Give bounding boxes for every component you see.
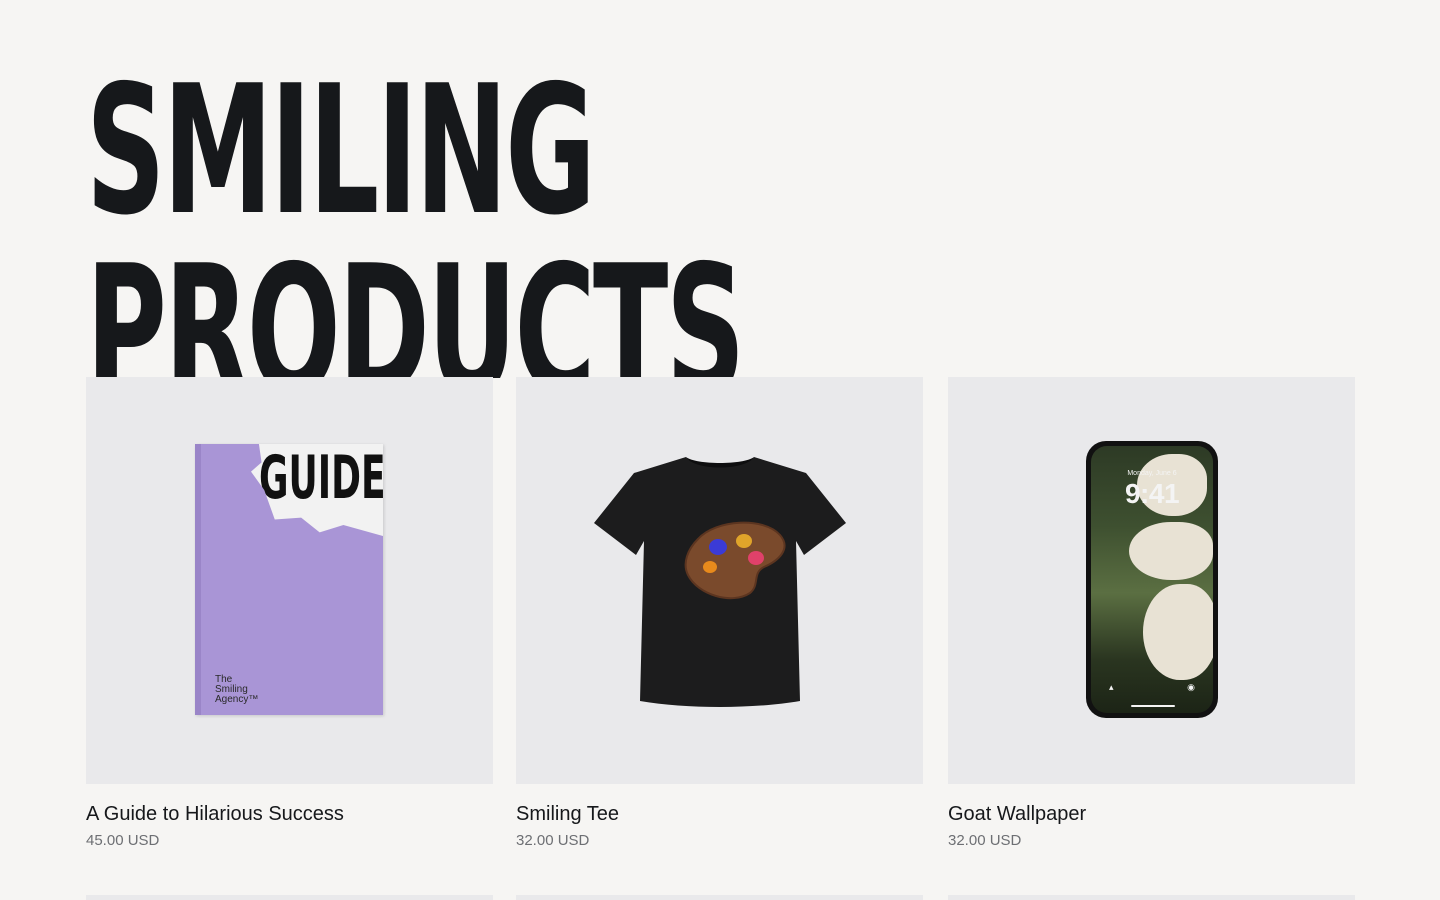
goat-image-3 xyxy=(1143,584,1213,680)
product-image-goat-wallpaper[interactable]: Monday, June 6 9:41 ▴ ◉ xyxy=(948,377,1355,784)
product-card-next-row[interactable] xyxy=(516,895,923,900)
book-cover-title-area: GUIDE TO xyxy=(251,444,383,536)
book-cover-title: GUIDE TO xyxy=(259,444,383,513)
product-title[interactable]: Goat Wallpaper xyxy=(948,801,1355,827)
book-publisher-label: The Smiling Agency™ xyxy=(215,675,258,705)
product-title[interactable]: Smiling Tee xyxy=(516,801,923,827)
phone-screen: Monday, June 6 9:41 ▴ ◉ xyxy=(1091,446,1213,713)
home-indicator xyxy=(1131,705,1175,707)
goat-image-2 xyxy=(1129,522,1213,580)
product-image-tee[interactable] xyxy=(516,377,923,784)
product-card-guide[interactable]: GUIDE TO The Smiling Agency™ A Guide to … xyxy=(86,377,493,851)
product-card-tee[interactable]: Smiling Tee 32.00 USD xyxy=(516,377,923,851)
publisher-line-3: Agency™ xyxy=(215,694,259,705)
page-title-line-2: PRODUCTS xyxy=(86,227,745,379)
product-title[interactable]: A Guide to Hilarious Success xyxy=(86,801,493,827)
page-title: SMILING PRODUCTS xyxy=(86,62,846,378)
page-title-line-1: SMILING xyxy=(86,62,596,254)
product-card-goat-wallpaper[interactable]: Monday, June 6 9:41 ▴ ◉ Goat Wallpaper 3… xyxy=(948,377,1355,851)
flashlight-icon: ▴ xyxy=(1109,682,1114,692)
product-price: 45.00 USD xyxy=(86,832,160,849)
product-grid: GUIDE TO The Smiling Agency™ A Guide to … xyxy=(86,377,1356,851)
phone-mockup: Monday, June 6 9:41 ▴ ◉ xyxy=(1086,441,1218,718)
lock-screen-date: Monday, June 6 xyxy=(1127,470,1177,477)
product-price: 32.00 USD xyxy=(948,832,1022,849)
product-card-next-row[interactable] xyxy=(86,895,493,900)
book-spine xyxy=(195,444,201,715)
camera-icon: ◉ xyxy=(1187,682,1195,692)
lock-screen-time: 9:41 xyxy=(1124,478,1180,509)
product-image-guide[interactable]: GUIDE TO The Smiling Agency™ xyxy=(86,377,493,784)
product-price: 32.00 USD xyxy=(516,832,590,849)
book-cover: GUIDE TO The Smiling Agency™ xyxy=(195,444,383,715)
product-card-next-row[interactable] xyxy=(948,895,1355,900)
tshirt-image xyxy=(594,457,846,707)
